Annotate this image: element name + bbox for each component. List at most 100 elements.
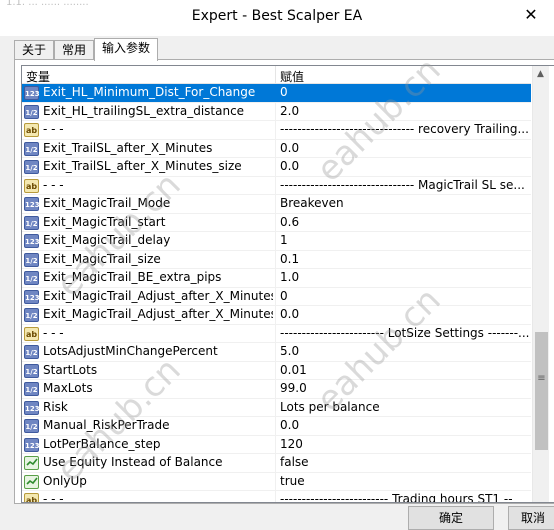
double-type-icon: 1/2 bbox=[24, 141, 39, 156]
parameter-value[interactable]: 0.0 bbox=[280, 141, 530, 155]
parameter-name: Exit_MagicTrail_BE_extra_pips bbox=[43, 270, 222, 284]
parameter-value[interactable]: ------------------------ LotSize Setting… bbox=[280, 326, 530, 340]
double-type-icon: 1/2 bbox=[24, 252, 39, 267]
column-header-variable[interactable]: 变量 bbox=[26, 68, 50, 85]
cell-divider bbox=[275, 121, 276, 139]
parameter-name: Exit_TrailSL_after_X_Minutes bbox=[43, 140, 213, 155]
parameter-value[interactable]: ------------------------------- recovery… bbox=[280, 122, 530, 136]
table-row[interactable]: 1/2 Exit_MagicTrail_BE_extra_pips 1.0 bbox=[22, 269, 531, 288]
parameter-value[interactable]: 0.1 bbox=[280, 252, 530, 266]
integer-type-icon: 123 bbox=[24, 400, 40, 415]
parameter-value[interactable]: 5.0 bbox=[280, 344, 530, 358]
double-type-icon: 1/2 bbox=[24, 104, 39, 119]
parameter-value[interactable]: Lots per balance bbox=[280, 400, 530, 414]
close-button[interactable]: ✕ bbox=[508, 0, 554, 30]
scroll-up-arrow-icon[interactable]: ▲ bbox=[537, 69, 544, 79]
table-row[interactable]: ab - - - ------------------------------- r… bbox=[22, 121, 531, 140]
parameter-value[interactable]: 1.0 bbox=[280, 270, 530, 284]
parameter-value[interactable]: 1 bbox=[280, 233, 530, 247]
title-bar: 1.1. ... ...... ........ Expert - Best S… bbox=[0, 0, 554, 36]
parameter-name: StartLots bbox=[43, 362, 98, 377]
table-header: 变量 赋值 bbox=[22, 66, 531, 84]
double-type-icon: 1/2 bbox=[24, 345, 39, 359]
parameter-value[interactable]: ------------------------------- MagicTra… bbox=[280, 178, 530, 192]
parameter-value[interactable]: 0 bbox=[280, 85, 530, 99]
string-type-icon: ab bbox=[24, 178, 39, 193]
double-type-icon: 1/2 bbox=[24, 419, 39, 433]
table-row[interactable]: 1/2 Exit_MagicTrail_size 0.1 bbox=[22, 250, 531, 269]
cell-divider bbox=[275, 195, 276, 213]
parameter-name: Exit_HL_Minimum_Dist_For_Change bbox=[43, 85, 256, 99]
string-type-icon: ab bbox=[24, 326, 39, 341]
scrollbar-thumb[interactable] bbox=[535, 332, 548, 450]
parameter-name: Exit_MagicTrail_Adjust_after_X_Minutes_s… bbox=[43, 307, 273, 321]
inputs-panel: 变量 赋值 123 Exit_HL_Minimum_Dist_For_Change… bbox=[14, 59, 554, 504]
table-row[interactable]: 123 Exit_MagicTrail_Mode Breakeven bbox=[22, 195, 531, 214]
parameter-value[interactable]: false bbox=[280, 455, 530, 469]
column-header-value[interactable]: 赋值 bbox=[280, 68, 304, 85]
string-type-icon: ab bbox=[24, 493, 39, 502]
table-row[interactable]: 123 Exit_MagicTrail_delay 1 bbox=[22, 232, 531, 251]
table-row[interactable]: Use Equity Instead of Balance false bbox=[22, 454, 531, 473]
cancel-button[interactable]: 取消 bbox=[508, 506, 554, 530]
cell-divider bbox=[275, 287, 276, 306]
parameter-value[interactable]: 0.0 bbox=[280, 418, 530, 432]
table-row[interactable]: 1/2 Exit_TrailSL_after_X_Minutes_size 0.0 bbox=[22, 158, 531, 177]
cell-divider bbox=[275, 435, 276, 454]
vertical-scrollbar[interactable]: ▲ ≡ bbox=[532, 66, 549, 502]
table-row[interactable]: 1/2 MaxLots 99.0 bbox=[22, 380, 531, 399]
table-row[interactable]: 123 Exit_HL_Minimum_Dist_For_Change 0 bbox=[22, 84, 531, 103]
parameter-name: Exit_MagicTrail_Adjust_after_X_Minutes bbox=[43, 288, 273, 303]
cell-divider bbox=[275, 472, 276, 491]
parameter-name: Use Equity Instead of Balance bbox=[43, 455, 223, 469]
table-row[interactable]: 1/2 LotsAdjustMinChangePercent 5.0 bbox=[22, 343, 531, 362]
cell-divider bbox=[275, 84, 276, 102]
double-type-icon: 1/2 bbox=[24, 160, 39, 174]
parameter-value[interactable]: ------------------------- Trading hours … bbox=[280, 492, 530, 502]
table-row[interactable]: 1/2 Exit_HL_trailingSL_extra_distance 2.0 bbox=[22, 102, 531, 121]
parameter-value[interactable]: 0.0 bbox=[280, 159, 530, 173]
tab-common[interactable]: 常用 bbox=[54, 40, 94, 60]
parameter-name: LotPerBalance_step bbox=[43, 436, 161, 451]
table-row[interactable]: 1/2 Exit_MagicTrail_Adjust_after_X_Minute… bbox=[22, 306, 531, 325]
tab-about[interactable]: 关于 bbox=[14, 40, 54, 60]
table-row[interactable]: 123 Risk Lots per balance bbox=[22, 398, 531, 417]
parameter-name: OnlyUp bbox=[43, 473, 87, 488]
parameter-value[interactable]: 120 bbox=[280, 437, 530, 451]
table-row[interactable]: 1/2 Exit_MagicTrail_start 0.6 bbox=[22, 213, 531, 232]
parameter-value[interactable]: Breakeven bbox=[280, 196, 530, 210]
table-row[interactable]: 123 Exit_MagicTrail_Adjust_after_X_Minute… bbox=[22, 287, 531, 306]
parameter-value[interactable]: 2.0 bbox=[280, 104, 530, 118]
table-row[interactable]: ab - - - ------------------------- Trading… bbox=[22, 491, 531, 502]
parameter-name: - - - bbox=[43, 325, 64, 340]
table-row[interactable]: 1/2 Manual_RiskPerTrade 0.0 bbox=[22, 417, 531, 436]
parameters-table: 变量 赋值 123 Exit_HL_Minimum_Dist_For_Change… bbox=[21, 65, 554, 503]
table-row[interactable]: ab - - - ------------------------ LotSize … bbox=[22, 324, 531, 343]
parameter-name: Exit_MagicTrail_size bbox=[43, 251, 161, 266]
parameter-name: Exit_HL_trailingSL_extra_distance bbox=[43, 103, 245, 118]
parameter-value[interactable]: true bbox=[280, 474, 530, 488]
table-row[interactable]: 1/2 Exit_TrailSL_after_X_Minutes 0.0 bbox=[22, 139, 531, 158]
cell-divider bbox=[275, 269, 276, 287]
parameter-name: - - - bbox=[43, 122, 64, 136]
dialog-body: 关于 常用 输入参数 变量 赋值 123 Exit_HL_Minimum_Dist… bbox=[0, 36, 554, 530]
cell-divider bbox=[275, 306, 276, 324]
boolean-toggle-icon bbox=[24, 474, 39, 489]
parameter-value[interactable]: 0.01 bbox=[280, 363, 530, 377]
ok-button[interactable]: 确定 bbox=[408, 506, 494, 530]
cell-divider bbox=[275, 139, 276, 158]
column-divider[interactable] bbox=[275, 66, 276, 84]
parameter-value[interactable]: 0 bbox=[280, 289, 530, 303]
double-type-icon: 1/2 bbox=[24, 382, 39, 396]
parameter-value[interactable]: 99.0 bbox=[280, 381, 530, 395]
cell-divider bbox=[275, 398, 276, 417]
tab-inputs[interactable]: 输入参数 bbox=[94, 38, 158, 61]
table-row[interactable]: ab - - - ------------------------------- M… bbox=[22, 176, 531, 195]
parameter-value[interactable]: 0.0 bbox=[280, 307, 530, 321]
cell-divider bbox=[275, 213, 276, 232]
table-row[interactable]: 123 LotPerBalance_step 120 bbox=[22, 435, 531, 454]
table-row[interactable]: OnlyUp true bbox=[22, 472, 531, 491]
table-row[interactable]: 1/2 StartLots 0.01 bbox=[22, 361, 531, 380]
parameter-value[interactable]: 0.6 bbox=[280, 215, 530, 229]
parameter-name: Exit_MagicTrail_start bbox=[43, 214, 166, 229]
